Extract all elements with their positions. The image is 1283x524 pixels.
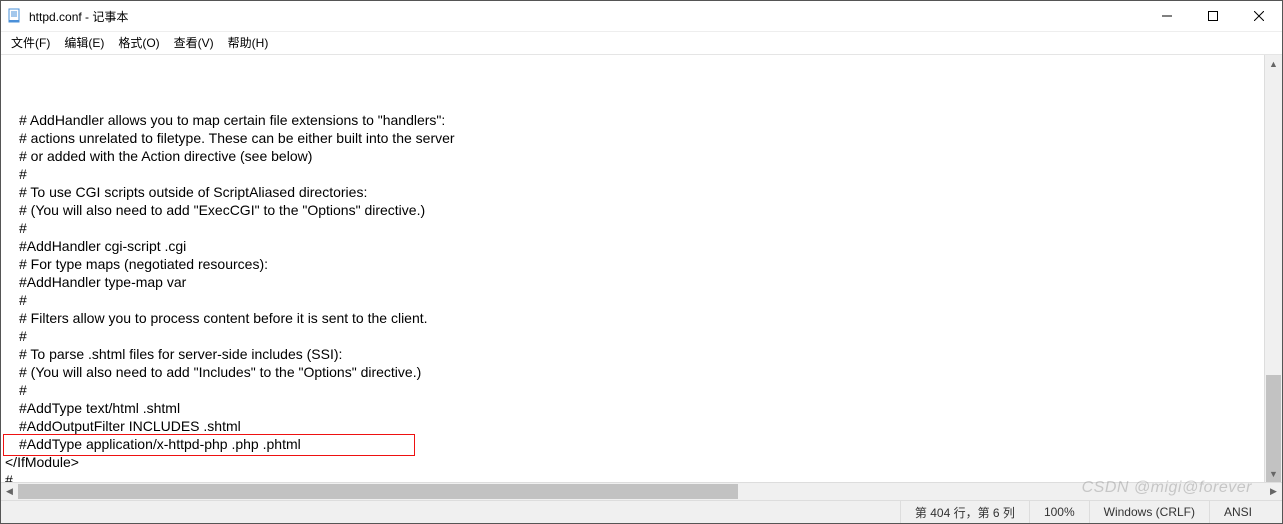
text-editor[interactable]: # AddHandler allows you to map certain f… [1,55,1264,482]
text-line: #AddType text/html .shtml [5,399,1264,417]
text-line: #AddHandler type-map var [5,273,1264,291]
text-line: #AddType application/x-httpd-php .php .p… [5,435,1264,453]
minimize-button[interactable] [1144,1,1190,31]
text-line: </IfModule> [5,453,1264,471]
text-line: # Filters allow you to process content b… [5,309,1264,327]
scroll-down-arrow-icon[interactable]: ▼ [1265,465,1282,482]
status-zoom: 100% [1029,501,1089,523]
window-controls [1144,1,1282,31]
text-line: # [5,291,1264,309]
titlebar-left: httpd.conf - 记事本 [7,8,128,25]
text-line: # (You will also need to add "ExecCGI" t… [5,201,1264,219]
text-line: # For type maps (negotiated resources): [5,255,1264,273]
notepad-icon [7,8,23,24]
text-line: # or added with the Action directive (se… [5,147,1264,165]
titlebar[interactable]: httpd.conf - 记事本 [1,1,1282,32]
text-line: # AddHandler allows you to map certain f… [5,111,1264,129]
horizontal-scrollbar[interactable]: ◀ ▶ [1,482,1282,500]
notepad-window: httpd.conf - 记事本 文件(F) 编辑(E) 格式(O) 查看(V)… [0,0,1283,524]
scroll-right-arrow-icon[interactable]: ▶ [1265,483,1282,500]
horizontal-scrollbar-thumb[interactable] [18,484,738,499]
menu-format[interactable]: 格式(O) [112,33,165,52]
text-line: # To parse .shtml files for server-side … [5,345,1264,363]
menu-file[interactable]: 文件(F) [5,33,56,52]
minimize-icon [1162,11,1172,21]
menu-help[interactable]: 帮助(H) [222,33,275,52]
status-linebreak: Windows (CRLF) [1089,501,1209,523]
menubar: 文件(F) 编辑(E) 格式(O) 查看(V) 帮助(H) [1,32,1282,55]
editor-area: # AddHandler allows you to map certain f… [1,55,1282,482]
text-line: # [5,381,1264,399]
text-line: # actions unrelated to filetype. These c… [5,129,1264,147]
scroll-left-arrow-icon[interactable]: ◀ [1,483,18,500]
vertical-scrollbar[interactable]: ▲ ▼ [1264,55,1282,482]
text-line: # [5,327,1264,345]
maximize-icon [1208,11,1218,21]
status-cursor-position: 第 404 行，第 6 列 [900,501,1029,523]
text-line: # [5,219,1264,237]
menu-edit[interactable]: 编辑(E) [58,33,110,52]
statusbar: 第 404 行，第 6 列 100% Windows (CRLF) ANSI [1,500,1282,523]
text-line: #AddOutputFilter INCLUDES .shtml [5,417,1264,435]
text-line: # [5,471,1264,482]
close-button[interactable] [1236,1,1282,31]
menu-view[interactable]: 查看(V) [168,33,220,52]
window-title: httpd.conf - 记事本 [29,8,128,25]
text-line: # To use CGI scripts outside of ScriptAl… [5,183,1264,201]
scroll-up-arrow-icon[interactable]: ▲ [1265,55,1282,72]
maximize-button[interactable] [1190,1,1236,31]
text-line: # [5,165,1264,183]
horizontal-scrollbar-track[interactable] [18,483,1265,500]
text-line: #AddHandler cgi-script .cgi [5,237,1264,255]
close-icon [1254,11,1264,21]
text-line: # (You will also need to add "Includes" … [5,363,1264,381]
status-encoding: ANSI [1209,501,1282,523]
